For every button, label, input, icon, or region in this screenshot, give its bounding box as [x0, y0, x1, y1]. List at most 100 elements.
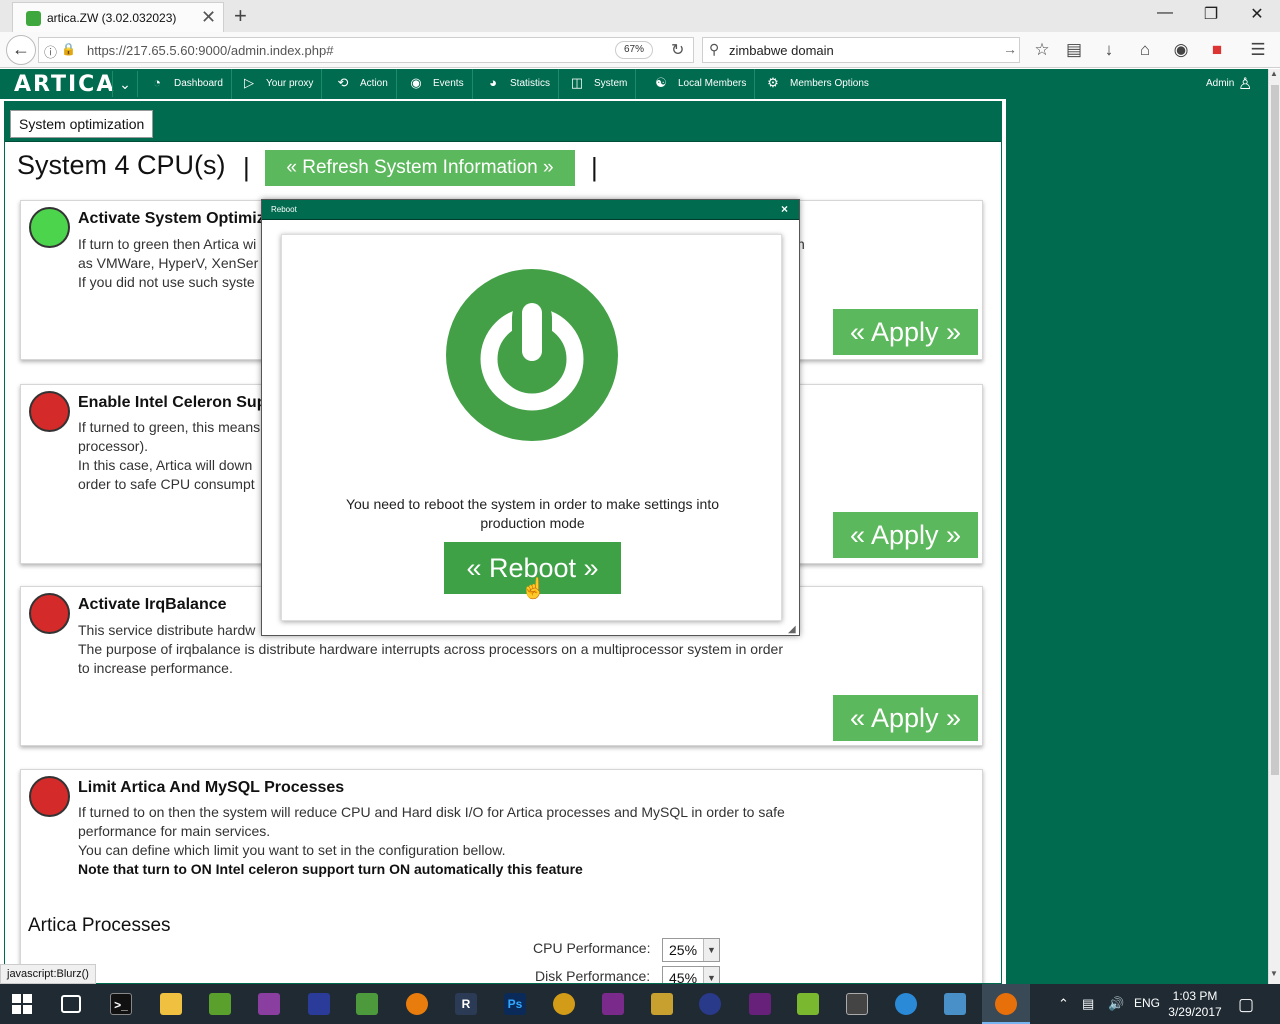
- power-icon: [446, 269, 618, 441]
- search-go-icon[interactable]: →: [1003, 41, 1017, 57]
- card-text: order to safe CPU consumpt: [78, 476, 255, 492]
- nav-members-options[interactable]: ⚙ Members Options: [764, 69, 877, 99]
- admin-label[interactable]: Admin: [1206, 69, 1234, 99]
- chevron-down-icon[interactable]: ⌄: [112, 71, 138, 97]
- nav-your-proxy[interactable]: ▷ Your proxy: [240, 69, 323, 99]
- info-icon[interactable]: ⓘ: [44, 42, 57, 61]
- visual-studio-icon[interactable]: [749, 993, 771, 1015]
- message-line: You need to reboot the system in order t…: [345, 496, 720, 512]
- minimize-icon[interactable]: —: [1150, 4, 1180, 22]
- zoom-indicator[interactable]: 67%: [615, 41, 653, 59]
- resize-grip-icon[interactable]: ◢: [788, 624, 796, 635]
- nav-label: Statistics: [510, 78, 551, 89]
- tab-system-optimization[interactable]: System optimization: [10, 110, 154, 138]
- app-icon[interactable]: [895, 993, 917, 1015]
- search-bar[interactable]: ⚲ zimbabwe domain →: [702, 37, 1020, 63]
- cpu-performance-select[interactable]: 25% ▼: [662, 938, 720, 962]
- extension-icon[interactable]: ■: [1205, 40, 1229, 60]
- firefox-icon[interactable]: [995, 993, 1017, 1015]
- card-text: processor).: [78, 438, 149, 454]
- nav-label: Action: [360, 78, 388, 89]
- nav-dashboard[interactable]: ◔ Dashboard: [148, 69, 232, 99]
- download-icon[interactable]: ↓: [1097, 40, 1121, 60]
- nav-system[interactable]: ◫ System: [568, 69, 637, 99]
- window-close-icon[interactable]: ✕: [1242, 4, 1272, 24]
- app-icon[interactable]: [944, 993, 966, 1015]
- apply-button[interactable]: « Apply »: [833, 695, 978, 741]
- app-icon[interactable]: [308, 993, 330, 1015]
- nav-local-members[interactable]: ☯ Local Members: [652, 69, 756, 99]
- app-icon[interactable]: [553, 993, 575, 1015]
- disk-performance-select[interactable]: 45% ▼: [662, 966, 720, 984]
- disk-performance-label: Disk Performance:: [535, 968, 651, 984]
- reading-list-icon[interactable]: ▤: [1062, 40, 1086, 60]
- photoshop-icon[interactable]: Ps: [504, 993, 526, 1015]
- lock-warning-icon[interactable]: 🔒: [61, 42, 76, 56]
- browser-tab[interactable]: artica.ZW (3.02.032023) ✕: [12, 2, 224, 32]
- card-text: The purpose of irqbalance is distribute …: [78, 641, 783, 657]
- card-title: Activate IrqBalance: [78, 596, 227, 613]
- network-icon[interactable]: ▤: [1082, 996, 1094, 1012]
- volume-icon[interactable]: 🔊: [1108, 996, 1124, 1012]
- nav-action[interactable]: ⟲ Action: [334, 69, 397, 99]
- firefox-active-slot[interactable]: [982, 984, 1030, 1024]
- blender-icon[interactable]: [406, 993, 428, 1015]
- chevron-down-icon[interactable]: ▼: [703, 967, 719, 983]
- scrollbar-thumb[interactable]: [1271, 85, 1279, 775]
- app-icon[interactable]: [209, 993, 231, 1015]
- app-icon[interactable]: [699, 993, 721, 1015]
- menu-icon[interactable]: ☰: [1246, 40, 1270, 60]
- back-button[interactable]: ←: [6, 35, 36, 65]
- windows-start-icon[interactable]: [12, 994, 32, 1014]
- chevron-down-icon[interactable]: ▼: [703, 939, 719, 961]
- user-icon[interactable]: ♙: [1238, 74, 1256, 94]
- notifications-icon[interactable]: ▢: [1238, 995, 1254, 1015]
- status-red-indicator[interactable]: [29, 593, 70, 634]
- nav-events[interactable]: ◉ Events: [407, 69, 473, 99]
- browser-status-bar: javascript:Blurz(): [0, 964, 96, 984]
- scroll-up-icon[interactable]: ▲: [1270, 69, 1278, 78]
- app-icon[interactable]: [602, 993, 624, 1015]
- home-icon[interactable]: ⌂: [1133, 40, 1157, 60]
- app-icon[interactable]: [258, 993, 280, 1015]
- restore-icon[interactable]: ❐: [1196, 4, 1226, 24]
- browser-tab-bar: artica.ZW (3.02.032023) ✕ + — ❐ ✕: [0, 0, 1280, 32]
- terminal-icon[interactable]: >_: [110, 993, 132, 1015]
- nav-statistics[interactable]: ◕ Statistics: [484, 69, 560, 99]
- status-red-indicator[interactable]: [29, 776, 70, 817]
- action-icon: ⟲: [337, 75, 349, 91]
- status-red-indicator[interactable]: [29, 391, 70, 432]
- back-arrow-icon: ←: [12, 39, 30, 59]
- app-icon[interactable]: R: [455, 993, 477, 1015]
- status-green-indicator[interactable]: [29, 207, 70, 248]
- apply-button[interactable]: « Apply »: [833, 512, 978, 558]
- url-text[interactable]: https://217.65.5.60:9000/admin.index.php…: [87, 43, 333, 58]
- select-value: 45%: [669, 970, 698, 984]
- dialog-close-icon[interactable]: ×: [781, 202, 788, 216]
- title-separator: |: [243, 152, 250, 182]
- chevron-up-icon[interactable]: ⌃: [1058, 996, 1069, 1012]
- nav-label: Your proxy: [266, 78, 314, 89]
- monitor-icon: ◫: [570, 75, 584, 91]
- app-icon[interactable]: [356, 993, 378, 1015]
- taskbar-clock[interactable]: 1:03 PM 3/29/2017: [1164, 988, 1226, 1020]
- url-bar[interactable]: ⓘ 🔒 https://217.65.5.60:9000/admin.index…: [38, 37, 694, 63]
- artica-logo[interactable]: ARTICA: [14, 72, 115, 97]
- file-explorer-icon[interactable]: [160, 993, 182, 1015]
- tab-close-icon[interactable]: ✕: [201, 7, 216, 28]
- dialog-titlebar[interactable]: Reboot ×: [262, 200, 799, 220]
- page-scrollbar[interactable]: ▲ ▼: [1268, 69, 1280, 984]
- refresh-system-info-button[interactable]: « Refresh System Information »: [265, 150, 575, 186]
- apply-button[interactable]: « Apply »: [833, 309, 978, 355]
- new-tab-button[interactable]: +: [234, 3, 247, 29]
- app-icon[interactable]: [846, 993, 868, 1015]
- pocket-icon[interactable]: ◉: [1169, 40, 1193, 60]
- tools-icon[interactable]: [651, 993, 673, 1015]
- language-indicator[interactable]: ENG: [1134, 996, 1160, 1010]
- scroll-down-icon[interactable]: ▼: [1270, 969, 1278, 978]
- bookmark-star-icon[interactable]: ☆: [1030, 40, 1054, 60]
- reload-icon[interactable]: ↻: [671, 40, 684, 60]
- task-view-icon[interactable]: [61, 995, 81, 1013]
- app-icon[interactable]: [797, 993, 819, 1015]
- search-input[interactable]: zimbabwe domain: [729, 43, 834, 58]
